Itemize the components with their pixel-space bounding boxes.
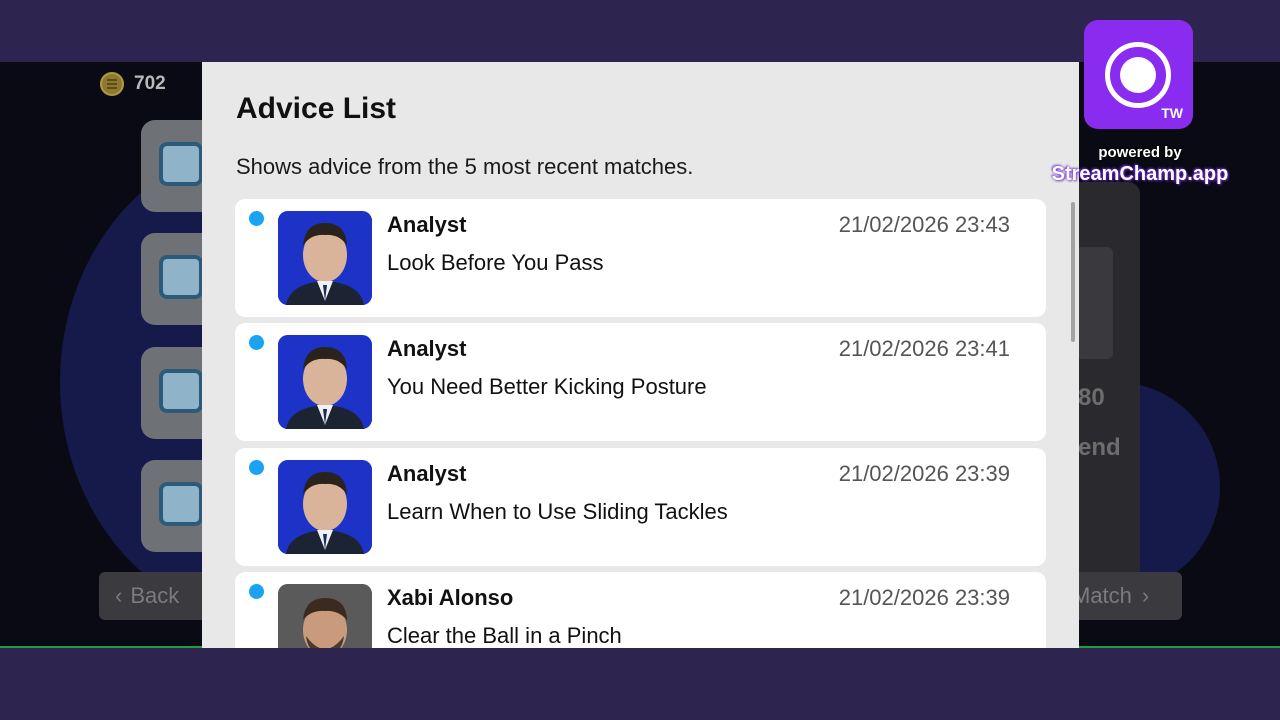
advice-item[interactable]: Analyst You Need Better Kicking Posture … [235,323,1046,441]
right-info-box [1075,247,1113,359]
chevron-left-icon: ‹ [115,583,123,608]
advice-item[interactable]: Analyst Look Before You Pass 21/02/2026 … [235,199,1046,317]
advice-author: Analyst [387,336,467,361]
dialog-title: Advice List [236,92,397,125]
back-button-label: Back [130,583,180,608]
advice-timestamp: 21/02/2026 23:39 [838,461,1010,486]
dialog-subtitle: Shows advice from the 5 most recent matc… [236,154,694,179]
coin-balance: 702 [100,72,166,96]
list-scrollbar[interactable] [1071,202,1075,342]
right-info-value: 80 [1078,384,1105,411]
advice-timestamp: 21/02/2026 23:39 [838,585,1010,610]
analyst-avatar [278,211,372,305]
lineup-icon [159,255,203,299]
advice-author: Analyst [387,212,467,237]
advice-timestamp: 21/02/2026 23:41 [838,336,1010,361]
advice-author: Xabi Alonso [387,585,514,610]
chevron-right-icon: › [1141,583,1150,608]
match-button-label: Match [1072,583,1132,608]
brand-name: StreamChamp.app [1051,163,1229,185]
advice-text: You Need Better Kicking Posture [387,374,707,399]
coin-icon [100,72,124,96]
advice-text: Learn When to Use Sliding Tackles [387,499,728,524]
unread-dot [249,584,264,599]
advice-text: Clear the Ball in a Pinch [387,623,622,648]
unread-dot [249,460,264,475]
analyst-avatar [278,460,372,554]
gear-icon [159,369,203,413]
coin-count: 702 [134,73,166,94]
powered-by-label: powered by [1098,144,1182,161]
streamchamp-logo-icon: TW [1084,20,1193,129]
analyst-avatar [278,335,372,429]
advice-list-dialog: Advice List Shows advice from the 5 most… [202,62,1079,648]
lightbulb-icon [159,482,203,526]
platform-badge: TW [1161,105,1183,121]
unread-dot [249,335,264,350]
record-dot-icon [1120,57,1156,93]
right-info-label: end [1078,434,1121,461]
advice-text: Look Before You Pass [387,250,604,275]
formation-icon [159,142,203,186]
advice-author: Analyst [387,461,467,486]
stream-bottom-band [0,648,1280,720]
advice-item[interactable]: Analyst Learn When to Use Sliding Tackle… [235,448,1046,566]
advice-timestamp: 21/02/2026 23:43 [838,212,1010,237]
unread-dot [249,211,264,226]
advice-item[interactable]: Xabi Alonso Clear the Ball in a Pinch 21… [235,572,1046,648]
back-button[interactable]: ‹ Back [99,572,219,620]
xabi-alonso-avatar [278,584,372,648]
